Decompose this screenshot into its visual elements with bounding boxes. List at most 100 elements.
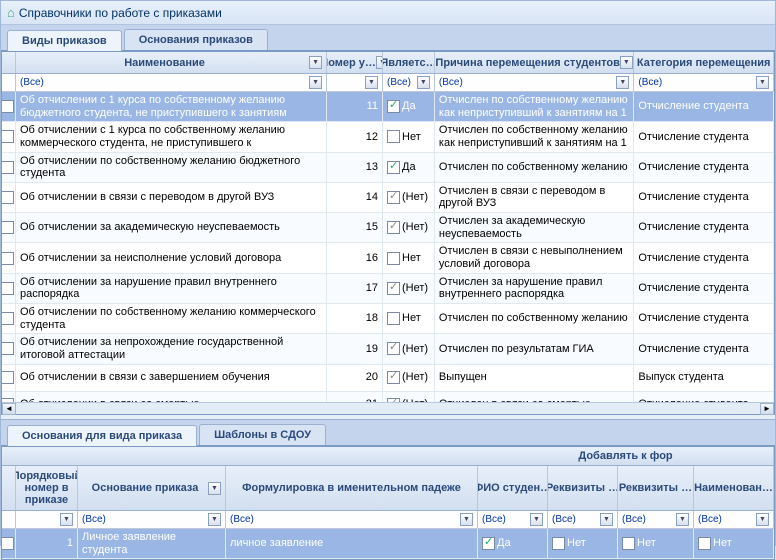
chevron-down-icon[interactable]: ▼: [600, 513, 613, 526]
cell-is[interactable]: Да: [383, 153, 435, 182]
cell-is[interactable]: (Нет): [383, 213, 435, 242]
row-checkbox[interactable]: [2, 334, 16, 363]
col-num[interactable]: Номер у…▼: [327, 52, 383, 73]
table-row[interactable]: Об отчислении по собственному желанию ко…: [2, 304, 774, 334]
checkbox-icon[interactable]: [387, 252, 400, 265]
checkbox-icon[interactable]: [387, 100, 400, 113]
filter-cell[interactable]: (Все)▼: [226, 511, 478, 528]
row-checkbox[interactable]: [2, 529, 16, 558]
chevron-down-icon[interactable]: ▼: [208, 513, 221, 526]
chevron-down-icon[interactable]: ▼: [365, 76, 378, 89]
tab-templates[interactable]: Шаблоны в СДОУ: [199, 424, 326, 445]
checkbox-icon[interactable]: [387, 161, 400, 174]
bottom-grid-body[interactable]: 1Личное заявление студенталичное заявлен…: [2, 529, 774, 559]
col-seqnum[interactable]: Порядковый номер в приказе: [16, 466, 78, 510]
col-wording[interactable]: Формулировка в именительном падеже: [226, 466, 478, 510]
filter-cell[interactable]: (Все)▼: [383, 74, 435, 91]
chevron-down-icon[interactable]: ▼: [676, 513, 689, 526]
sort-icon[interactable]: ▼: [309, 56, 322, 69]
sort-icon[interactable]: ▼: [376, 56, 383, 69]
cell-is[interactable]: Нет: [383, 122, 435, 151]
row-checkbox[interactable]: [2, 392, 16, 402]
checkbox-icon[interactable]: [622, 537, 635, 550]
row-checkbox[interactable]: [2, 213, 16, 242]
col-checkbox[interactable]: [2, 52, 16, 73]
table-row[interactable]: Об отчислении за непрохождение государст…: [2, 334, 774, 364]
col-is[interactable]: Являетс…: [383, 52, 435, 73]
cell-is[interactable]: (Нет): [383, 183, 435, 212]
table-row[interactable]: Об отчислении в связи с переводом в друг…: [2, 183, 774, 213]
top-grid-body[interactable]: Об отчислении с 1 курса по собственному …: [2, 92, 774, 402]
sort-icon[interactable]: ▼: [620, 56, 633, 69]
row-checkbox[interactable]: [2, 243, 16, 272]
checkbox-icon[interactable]: [698, 537, 711, 550]
cell-flag[interactable]: Да: [478, 529, 548, 558]
cell-is[interactable]: Нет: [383, 304, 435, 333]
row-checkbox[interactable]: [2, 92, 16, 121]
checkbox-icon[interactable]: [387, 191, 400, 204]
filter-cell[interactable]: (Все)▼: [478, 511, 548, 528]
filter-cell[interactable]: (Все)▼: [634, 74, 774, 91]
row-checkbox[interactable]: [2, 153, 16, 182]
cell-is[interactable]: Да: [383, 92, 435, 121]
checkbox-icon[interactable]: [387, 282, 400, 295]
filter-cell[interactable]: (Все)▼: [435, 74, 634, 91]
checkbox-icon[interactable]: [552, 537, 565, 550]
col-checkbox[interactable]: [2, 466, 16, 510]
cell-is[interactable]: Нет: [383, 243, 435, 272]
chevron-down-icon[interactable]: ▼: [756, 76, 769, 89]
row-checkbox[interactable]: [2, 122, 16, 151]
chevron-down-icon[interactable]: ▼: [756, 513, 769, 526]
checkbox-icon[interactable]: [482, 537, 495, 550]
table-row[interactable]: Об отчислении с 1 курса по собственному …: [2, 92, 774, 122]
cell-flag[interactable]: Нет: [618, 529, 694, 558]
tab-order-types[interactable]: Виды приказов: [7, 30, 122, 51]
filter-cell[interactable]: [2, 74, 16, 91]
chevron-down-icon[interactable]: ▼: [60, 513, 73, 526]
filter-cell[interactable]: ▼: [327, 74, 383, 91]
checkbox-icon[interactable]: [387, 371, 400, 384]
chevron-down-icon[interactable]: ▼: [417, 76, 430, 89]
cell-is[interactable]: (Нет): [383, 334, 435, 363]
col-fio[interactable]: ФИО студен…: [478, 466, 548, 510]
tab-grounds-for-type[interactable]: Основания для вида приказа: [7, 425, 197, 446]
cell-flag[interactable]: Нет: [694, 529, 774, 558]
checkbox-icon[interactable]: [387, 221, 400, 234]
row-checkbox[interactable]: [2, 365, 16, 391]
table-row[interactable]: Об отчислении за нарушение правил внутре…: [2, 274, 774, 304]
filter-cell[interactable]: (Все)▼: [694, 511, 774, 528]
col-req2[interactable]: Реквизиты …: [618, 466, 694, 510]
table-row[interactable]: Об отчислении за академическую неуспевае…: [2, 213, 774, 243]
row-checkbox[interactable]: [2, 183, 16, 212]
filter-cell[interactable]: (Все)▼: [78, 511, 226, 528]
scroll-left-icon[interactable]: ◄: [2, 403, 16, 415]
col-basis[interactable]: Основание приказа▼: [78, 466, 226, 510]
checkbox-icon[interactable]: [387, 130, 400, 143]
row-checkbox[interactable]: [2, 274, 16, 303]
row-checkbox[interactable]: [2, 304, 16, 333]
col-category[interactable]: Категория перемещения: [634, 52, 774, 73]
checkbox-icon[interactable]: [387, 342, 400, 355]
filter-cell[interactable]: ▼: [16, 511, 78, 528]
filter-cell[interactable]: (Все)▼: [618, 511, 694, 528]
col-namecol[interactable]: Наименован…: [694, 466, 774, 510]
scroll-right-icon[interactable]: ►: [760, 403, 774, 415]
checkbox-icon[interactable]: [387, 312, 400, 325]
table-row[interactable]: 1Личное заявление студенталичное заявлен…: [2, 529, 774, 559]
col-name[interactable]: Наименование▼: [16, 52, 327, 73]
col-req1[interactable]: Реквизиты …: [548, 466, 618, 510]
tab-order-grounds[interactable]: Основания приказов: [124, 29, 268, 50]
chevron-down-icon[interactable]: ▼: [530, 513, 543, 526]
table-row[interactable]: Об отчислении в связи со смертью21(Нет)О…: [2, 392, 774, 402]
cell-flag[interactable]: Нет: [548, 529, 618, 558]
table-row[interactable]: Об отчислении в связи с завершением обуч…: [2, 365, 774, 392]
cell-is[interactable]: (Нет): [383, 365, 435, 391]
sort-icon[interactable]: ▼: [208, 482, 221, 495]
chevron-down-icon[interactable]: ▼: [309, 76, 322, 89]
cell-is[interactable]: (Нет): [383, 274, 435, 303]
table-row[interactable]: Об отчислении за неисполнение условий до…: [2, 243, 774, 273]
filter-cell[interactable]: [2, 511, 16, 528]
filter-cell[interactable]: (Все)▼: [16, 74, 327, 91]
chevron-down-icon[interactable]: ▼: [616, 76, 629, 89]
filter-cell[interactable]: (Все)▼: [548, 511, 618, 528]
